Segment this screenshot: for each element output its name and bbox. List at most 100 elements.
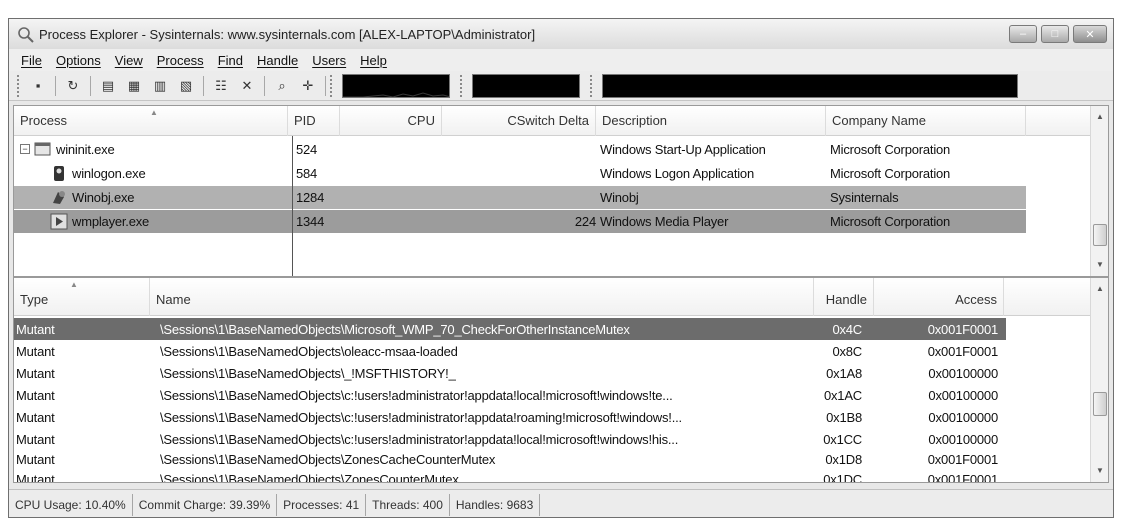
process-name: wmplayer.exe <box>72 214 150 229</box>
handle-name: \Sessions\1\BaseNamedObjects\ZonesCacheC… <box>160 452 496 467</box>
column-cpu[interactable]: CPU <box>340 106 442 136</box>
scroll-up-icon[interactable]: ▲ <box>1091 280 1108 298</box>
handle-access: 0x001F0001 <box>927 344 998 359</box>
handle-row[interactable]: Mutant \Sessions\1\BaseNamedObjects\Micr… <box>14 318 1006 340</box>
toolbar-grip[interactable] <box>460 74 464 97</box>
handle-name: \Sessions\1\BaseNamedObjects\c:!users!ad… <box>160 388 673 403</box>
process-row[interactable]: winlogon.exe 584 Windows Logon Applicati… <box>14 162 1090 185</box>
column-cswitch-delta[interactable]: CSwitch Delta <box>442 106 596 136</box>
menu-file[interactable]: File <box>21 53 42 68</box>
column-handle[interactable]: Handle <box>814 278 874 316</box>
process-cswitch <box>446 138 596 161</box>
handle-list-scrollbar[interactable]: ▲ ▼ <box>1090 278 1108 482</box>
menu-find[interactable]: Find <box>218 53 243 68</box>
commit-graph[interactable] <box>472 73 580 98</box>
logon-icon <box>50 165 68 182</box>
handle-row[interactable]: Mutant \Sessions\1\BaseNamedObjects\c:!u… <box>14 384 1090 406</box>
status-handles: Handles: 9683 <box>450 493 541 516</box>
winobj-icon <box>50 189 68 206</box>
process-row[interactable]: Winobj.exe 1284 Winobj Sysinternals <box>14 186 1026 209</box>
process-company: Sysinternals <box>830 190 899 205</box>
status-bar: CPU Usage: 10.40% Commit Charge: 39.39% … <box>9 489 1113 517</box>
system-info-icon[interactable]: ▤ <box>98 76 118 96</box>
handle-view-icon[interactable]: ▧ <box>176 76 196 96</box>
process-explorer-icon <box>17 25 35 43</box>
handle-value: 0x4C <box>832 322 862 337</box>
handle-type: Mutant <box>16 366 55 381</box>
menu-users[interactable]: Users <box>312 53 346 68</box>
io-graph[interactable] <box>602 73 1018 98</box>
toolbar-separator <box>203 75 204 96</box>
scroll-up-icon[interactable]: ▲ <box>1091 108 1108 126</box>
handle-row[interactable]: Mutant \Sessions\1\BaseNamedObjects\c:!u… <box>14 428 1090 450</box>
toolbar-grip[interactable] <box>17 74 21 97</box>
handle-name: \Sessions\1\BaseNamedObjects\c:!users!ad… <box>160 432 679 447</box>
handle-access: 0x001F0001 <box>927 452 998 467</box>
properties-icon[interactable]: ☷ <box>211 76 231 96</box>
scroll-down-icon[interactable]: ▼ <box>1091 462 1108 480</box>
column-name[interactable]: Name <box>150 278 814 316</box>
process-description: Windows Logon Application <box>600 166 754 181</box>
toolbar-separator <box>325 75 326 96</box>
refresh-icon[interactable]: ↻ <box>63 76 83 96</box>
menu-handle[interactable]: Handle <box>257 53 298 68</box>
process-cswitch <box>446 162 596 185</box>
scroll-thumb[interactable] <box>1093 224 1107 246</box>
column-divider <box>292 136 293 276</box>
column-company-name[interactable]: Company Name <box>826 106 1026 136</box>
scroll-thumb[interactable] <box>1093 392 1107 416</box>
minimize-button[interactable]: – <box>1009 25 1037 43</box>
menu-view[interactable]: View <box>115 53 143 68</box>
toolbar: ▪ ↻ ▤ ▦ ▥ ▧ ☷ ✕ ⌕ ✛ <box>9 71 1113 101</box>
handle-row[interactable]: Mutant \Sessions\1\BaseNamedObjects\Zone… <box>14 450 1090 470</box>
find-icon[interactable]: ⌕ <box>272 76 292 96</box>
handle-list-header: Type ▲ Name Handle Access <box>14 278 1108 316</box>
toolbar-grip[interactable] <box>590 74 594 97</box>
handle-value: 0x1B8 <box>826 410 862 425</box>
process-pid: 1284 <box>296 190 325 205</box>
title-bar[interactable]: Process Explorer - Sysinternals: www.sys… <box>9 19 1113 49</box>
handle-access: 0x001F0001 <box>927 322 998 337</box>
close-button[interactable]: ✕ <box>1073 25 1107 43</box>
column-access[interactable]: Access <box>874 278 1004 316</box>
process-explorer-window: Process Explorer - Sysinternals: www.sys… <box>8 18 1114 518</box>
window-title: Process Explorer - Sysinternals: www.sys… <box>39 26 536 42</box>
process-company: Microsoft Corporation <box>830 166 951 181</box>
process-row[interactable]: − wininit.exe 524 Windows Start-Up Appli… <box>14 138 1090 161</box>
process-list-scrollbar[interactable]: ▲ ▼ <box>1090 106 1108 276</box>
dll-view-icon[interactable]: ▥ <box>150 76 170 96</box>
handle-list[interactable]: Type ▲ Name Handle Access Mutant \Sessio… <box>13 277 1109 483</box>
process-list[interactable]: Process ▲ PID CPU CSwitch Delta Descript… <box>13 105 1109 277</box>
status-cpu-usage: CPU Usage: 10.40% <box>9 493 133 516</box>
column-description[interactable]: Description <box>596 106 826 136</box>
process-row[interactable]: wmplayer.exe 1344 224 Windows Media Play… <box>14 210 1026 233</box>
status-commit-charge: Commit Charge: 39.39% <box>133 493 278 516</box>
handle-row[interactable]: Mutant \Sessions\1\BaseNamedObjects\olea… <box>14 340 1090 362</box>
kill-process-icon[interactable]: ✕ <box>237 76 257 96</box>
handle-type: Mutant <box>16 472 55 483</box>
save-icon[interactable]: ▪ <box>28 76 48 96</box>
menu-process[interactable]: Process <box>157 53 204 68</box>
cpu-graph[interactable] <box>342 73 450 98</box>
handle-name: \Sessions\1\BaseNamedObjects\Microsoft_W… <box>160 322 630 337</box>
column-pid[interactable]: PID <box>288 106 340 136</box>
target-icon[interactable]: ✛ <box>298 76 318 96</box>
handle-value: 0x1A8 <box>826 366 862 381</box>
show-details-icon[interactable]: ▦ <box>124 76 144 96</box>
maximize-button[interactable]: □ <box>1041 25 1069 43</box>
handle-row[interactable]: Mutant \Sessions\1\BaseNamedObjects\_!MS… <box>14 362 1090 384</box>
process-name: wininit.exe <box>56 142 115 157</box>
window-controls: – □ ✕ <box>1009 25 1107 43</box>
column-type[interactable]: Type <box>14 278 150 316</box>
handle-row[interactable]: Mutant \Sessions\1\BaseNamedObjects\c:!u… <box>14 406 1090 428</box>
menu-help[interactable]: Help <box>360 53 387 68</box>
menu-options[interactable]: Options <box>56 53 101 68</box>
handle-type: Mutant <box>16 410 55 425</box>
status-processes: Processes: 41 <box>277 493 367 516</box>
toolbar-grip[interactable] <box>330 74 334 97</box>
toolbar-separator <box>55 75 56 96</box>
scroll-down-icon[interactable]: ▼ <box>1091 256 1108 274</box>
handle-access: 0x00100000 <box>928 410 998 425</box>
handle-row[interactable]: Mutant \Sessions\1\BaseNamedObjects\Zone… <box>14 470 1090 483</box>
collapse-tree-icon[interactable]: − <box>20 144 30 154</box>
